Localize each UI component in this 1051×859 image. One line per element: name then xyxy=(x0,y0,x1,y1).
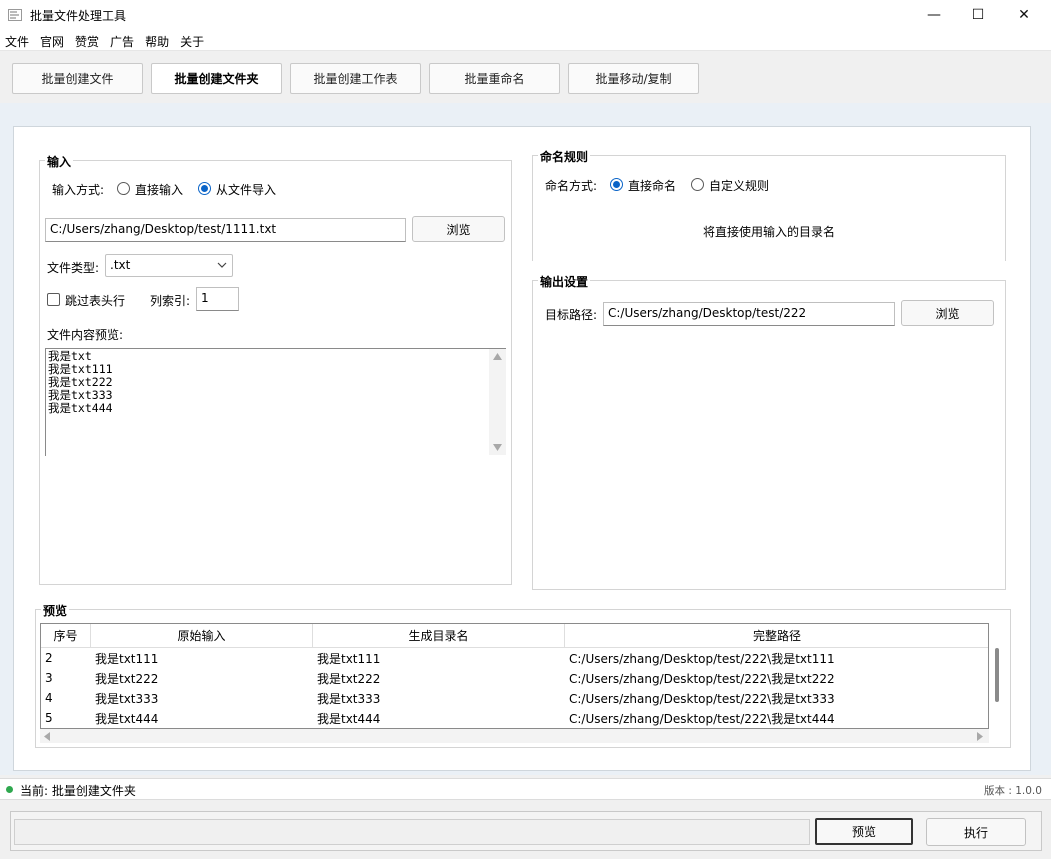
chevron-down-icon xyxy=(217,262,227,268)
status-current: 当前: 批量创建文件夹 xyxy=(20,784,136,798)
status-bar: 当前: 批量创建文件夹 版本 : 1.0.0 xyxy=(0,778,1051,800)
menu-website[interactable]: 官网 xyxy=(35,30,70,50)
scroll-left-icon[interactable] xyxy=(44,732,50,741)
cell-full-path: C:/Users/zhang/Desktop/test/222\我是txt444 xyxy=(569,711,835,726)
skip-header-checkbox[interactable] xyxy=(47,293,60,306)
target-path-input[interactable]: C:/Users/zhang/Desktop/test/222 xyxy=(603,302,895,326)
column-header-index[interactable]: 序号 xyxy=(41,624,91,648)
scroll-down-icon[interactable] xyxy=(493,444,502,451)
output-browse-button[interactable]: 浏览 xyxy=(901,300,994,326)
preview-table[interactable]: 序号 原始输入 生成目录名 完整路径 2 我是txt111 我是txt111 C… xyxy=(40,623,989,729)
output-group-title: 输出设置 xyxy=(538,273,591,290)
file-preview-text: 我是txt 我是txt111 我是txt222 我是txt333 我是txt44… xyxy=(48,349,113,415)
table-row[interactable]: 5 我是txt444 我是txt444 C:/Users/zhang/Deskt… xyxy=(41,708,988,728)
progress-bar xyxy=(14,819,810,845)
title-bar xyxy=(0,0,1051,30)
radio-import-file-label[interactable]: 从文件导入 xyxy=(216,181,276,198)
file-type-value: .txt xyxy=(110,258,131,272)
column-header-original[interactable]: 原始输入 xyxy=(91,624,313,648)
target-path-label: 目标路径: xyxy=(545,308,598,322)
table-vertical-scrollbar[interactable] xyxy=(995,648,999,702)
cell-original: 我是txt333 xyxy=(95,691,159,706)
column-index-input[interactable]: 1 xyxy=(196,287,239,311)
cell-full-path: C:/Users/zhang/Desktop/test/222\我是txt222 xyxy=(569,671,835,686)
naming-info-text: 将直接使用输入的目录名 xyxy=(702,225,835,239)
table-row[interactable]: 4 我是txt333 我是txt333 C:/Users/zhang/Deskt… xyxy=(41,688,988,708)
cell-original: 我是txt111 xyxy=(95,651,159,666)
close-icon: ✕ xyxy=(1018,7,1030,23)
cell-generated: 我是txt444 xyxy=(317,711,381,726)
cell-original: 我是txt444 xyxy=(95,711,159,726)
version-label: 版本 : 1.0.0 xyxy=(984,785,1042,797)
skip-header-label[interactable]: 跳过表头行 xyxy=(65,292,125,309)
file-type-select[interactable]: .txt xyxy=(105,254,233,277)
scroll-up-icon[interactable] xyxy=(493,353,502,360)
preview-content-label: 文件内容预览: xyxy=(47,328,124,342)
scroll-right-icon[interactable] xyxy=(977,732,983,741)
tab-strip: 批量创建文件 批量创建文件夹 批量创建工作表 批量重命名 批量移动/复制 xyxy=(0,50,1051,102)
radio-import-file[interactable] xyxy=(198,182,211,195)
cell-generated: 我是txt222 xyxy=(317,671,381,686)
radio-direct-input-label[interactable]: 直接输入 xyxy=(135,181,183,198)
radio-direct-input[interactable] xyxy=(117,182,130,195)
cell-generated: 我是txt333 xyxy=(317,691,381,706)
preview-button[interactable]: 预览 xyxy=(815,818,913,845)
radio-direct-naming-label[interactable]: 直接命名 xyxy=(628,177,676,194)
output-group xyxy=(532,280,1006,590)
menu-bar: 文件 官网 赞赏 广告 帮助 关于 xyxy=(0,30,1051,50)
tab-move-copy[interactable]: 批量移动/复制 xyxy=(568,63,699,94)
execute-button[interactable]: 执行 xyxy=(926,818,1026,846)
column-header-full-path[interactable]: 完整路径 xyxy=(565,624,988,648)
close-button[interactable]: ✕ xyxy=(1001,0,1047,30)
menu-ads[interactable]: 广告 xyxy=(105,30,140,50)
maximize-icon: ☐ xyxy=(971,7,985,23)
preview-scrollbar[interactable] xyxy=(489,349,506,455)
preview-group-title: 预览 xyxy=(41,602,70,619)
radio-custom-rule-label[interactable]: 自定义规则 xyxy=(709,177,769,194)
table-row[interactable]: 2 我是txt111 我是txt111 C:/Users/zhang/Deskt… xyxy=(41,648,988,668)
app-icon xyxy=(8,9,22,21)
radio-custom-rule[interactable] xyxy=(691,178,704,191)
cell-original: 我是txt222 xyxy=(95,671,159,686)
naming-method-label: 命名方式: xyxy=(545,179,598,193)
input-file-path[interactable]: C:/Users/zhang/Desktop/test/1111.txt xyxy=(45,218,406,242)
table-horizontal-scrollbar[interactable] xyxy=(40,729,989,743)
cell-index: 4 xyxy=(45,691,53,705)
file-preview-textarea[interactable]: 我是txt 我是txt111 我是txt222 我是txt333 我是txt44… xyxy=(45,348,506,456)
menu-file[interactable]: 文件 xyxy=(0,30,35,50)
tab-create-files[interactable]: 批量创建文件 xyxy=(12,63,143,94)
minimize-button[interactable]: — xyxy=(911,0,957,30)
cell-index: 3 xyxy=(45,671,53,685)
maximize-button[interactable]: ☐ xyxy=(955,0,1001,30)
tab-batch-rename[interactable]: 批量重命名 xyxy=(429,63,560,94)
minimize-icon: — xyxy=(927,7,941,23)
cell-full-path: C:/Users/zhang/Desktop/test/222\我是txt111 xyxy=(569,651,835,666)
menu-help[interactable]: 帮助 xyxy=(140,30,175,50)
cell-generated: 我是txt111 xyxy=(317,651,381,666)
tab-create-folders[interactable]: 批量创建文件夹 xyxy=(151,63,282,94)
input-group-title: 输入 xyxy=(45,153,74,170)
menu-donate[interactable]: 赞赏 xyxy=(70,30,105,50)
window-title: 批量文件处理工具 xyxy=(30,9,127,23)
file-type-label: 文件类型: xyxy=(47,261,100,275)
input-method-label: 输入方式: xyxy=(52,183,105,197)
cell-index: 2 xyxy=(45,651,53,665)
radio-direct-naming[interactable] xyxy=(610,178,623,191)
naming-group xyxy=(532,155,1006,261)
menu-about[interactable]: 关于 xyxy=(175,30,210,50)
input-browse-button[interactable]: 浏览 xyxy=(412,216,505,242)
column-header-generated[interactable]: 生成目录名 xyxy=(313,624,565,648)
tab-create-sheets[interactable]: 批量创建工作表 xyxy=(290,63,421,94)
action-bar: 预览 执行 xyxy=(0,803,1051,859)
cell-full-path: C:/Users/zhang/Desktop/test/222\我是txt333 xyxy=(569,691,835,706)
status-indicator-icon xyxy=(6,786,13,793)
cell-index: 5 xyxy=(45,711,53,725)
column-index-label: 列索引: xyxy=(150,294,191,308)
naming-group-title: 命名规则 xyxy=(538,148,591,165)
table-row[interactable]: 3 我是txt222 我是txt222 C:/Users/zhang/Deskt… xyxy=(41,668,988,688)
